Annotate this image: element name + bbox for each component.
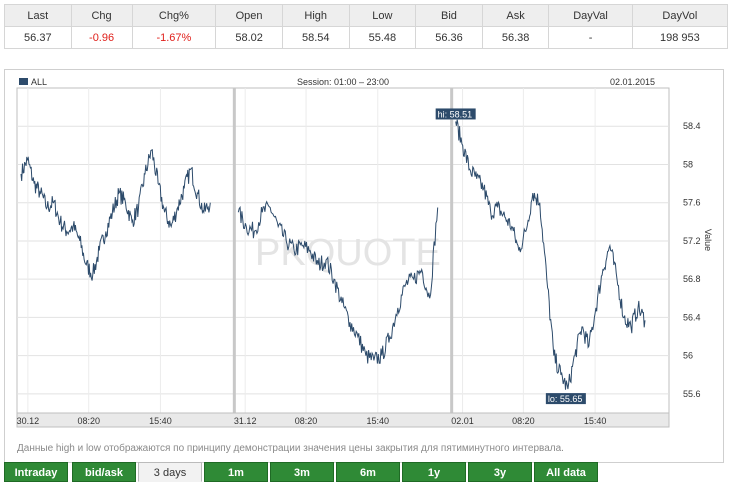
header-last: Last [4,4,72,27]
tab-3m[interactable]: 3m [270,462,334,482]
header-low: Low [348,4,417,27]
header-high: High [281,4,350,27]
x-tick-label: 15:40 [367,416,390,426]
high-badge: hi: 58.51 [435,108,476,120]
tab-intraday[interactable]: Intraday [4,462,68,482]
quote-table: Last Chg Chg% Open High Low Bid Ask DayV… [4,4,729,49]
low-label: lo: 55.65 [548,394,583,404]
period-tabs: Intraday bid/ask 3 days 1m 3m 6m 1y 3y A… [4,462,728,482]
y-tick-label: 56.4 [683,312,701,322]
value-high: 58.54 [281,26,350,49]
x-tick-label: 08:20 [512,416,535,426]
x-tick-label: 02.01 [451,416,474,426]
tab-3y[interactable]: 3y [468,462,532,482]
value-dayvol: 198 953 [631,26,729,49]
watermark-text: PKQUOTE [255,232,441,274]
x-tick-label: 08:20 [77,416,100,426]
value-ask: 56.38 [481,26,550,49]
value-chg-pct: -1.67% [131,26,217,49]
quote-header-row: Last Chg Chg% Open High Low Bid Ask DayV… [4,4,729,27]
tab-6m[interactable]: 6m [336,462,400,482]
x-tick-label: 30.12 [17,416,40,426]
header-bid: Bid [415,4,483,27]
tab-3-days[interactable]: 3 days [138,462,202,482]
legend-label: ALL [31,77,47,87]
y-tick-label: 55.6 [683,389,701,399]
value-open: 58.02 [215,26,283,49]
value-bid: 56.36 [415,26,483,49]
header-chg: Chg [70,4,133,27]
x-tick-label: 31.12 [234,416,257,426]
quote-value-row: 56.37 -0.96 -1.67% 58.02 58.54 55.48 56.… [4,26,729,49]
y-axis-title: Value [703,229,713,251]
x-tick-label: 15:40 [149,416,172,426]
tab-bid-ask[interactable]: bid/ask [72,462,136,482]
session-label: Session: 01:00 – 23:00 [297,77,389,87]
low-badge: lo: 55.65 [545,393,586,405]
y-axis-ticks: 58.4 58 57.6 57.2 56.8 56.4 56 55.6 [683,121,701,399]
chart-note: Данные high и low отображаются по принци… [17,443,564,454]
legend-swatch [19,78,28,85]
y-tick-label: 57.2 [683,236,701,246]
value-last: 56.37 [4,26,72,49]
y-tick-label: 56.8 [683,274,701,284]
chart-panel: PKQUOTE 58.4 58 57.6 57.2 56.8 56.4 56 55.6 30.… [4,69,724,463]
price-chart[interactable]: PKQUOTE 58.4 58 57.6 57.2 56.8 56.4 56 55.6 30.… [5,70,723,440]
header-dayvol: DayVol [631,4,729,27]
value-dayval: - [548,26,633,49]
x-tick-label: 08:20 [295,416,318,426]
x-axis-band [16,412,670,428]
header-ask: Ask [481,4,550,27]
header-dayval: DayVal [548,4,633,27]
y-tick-label: 57.6 [683,198,701,208]
value-low: 55.48 [348,26,417,49]
tab-1m[interactable]: 1m [204,462,268,482]
header-chg-pct: Chg% [131,4,217,27]
date-label: 02.01.2015 [610,77,655,87]
y-tick-label: 56 [683,351,693,361]
y-tick-label: 58.4 [683,121,701,131]
header-open: Open [215,4,283,27]
tab-all-data[interactable]: All data [534,462,598,482]
y-tick-label: 58 [683,159,693,169]
value-chg: -0.96 [70,26,133,49]
x-tick-label: 15:40 [584,416,607,426]
tab-1y[interactable]: 1y [402,462,466,482]
high-label: hi: 58.51 [438,109,473,119]
